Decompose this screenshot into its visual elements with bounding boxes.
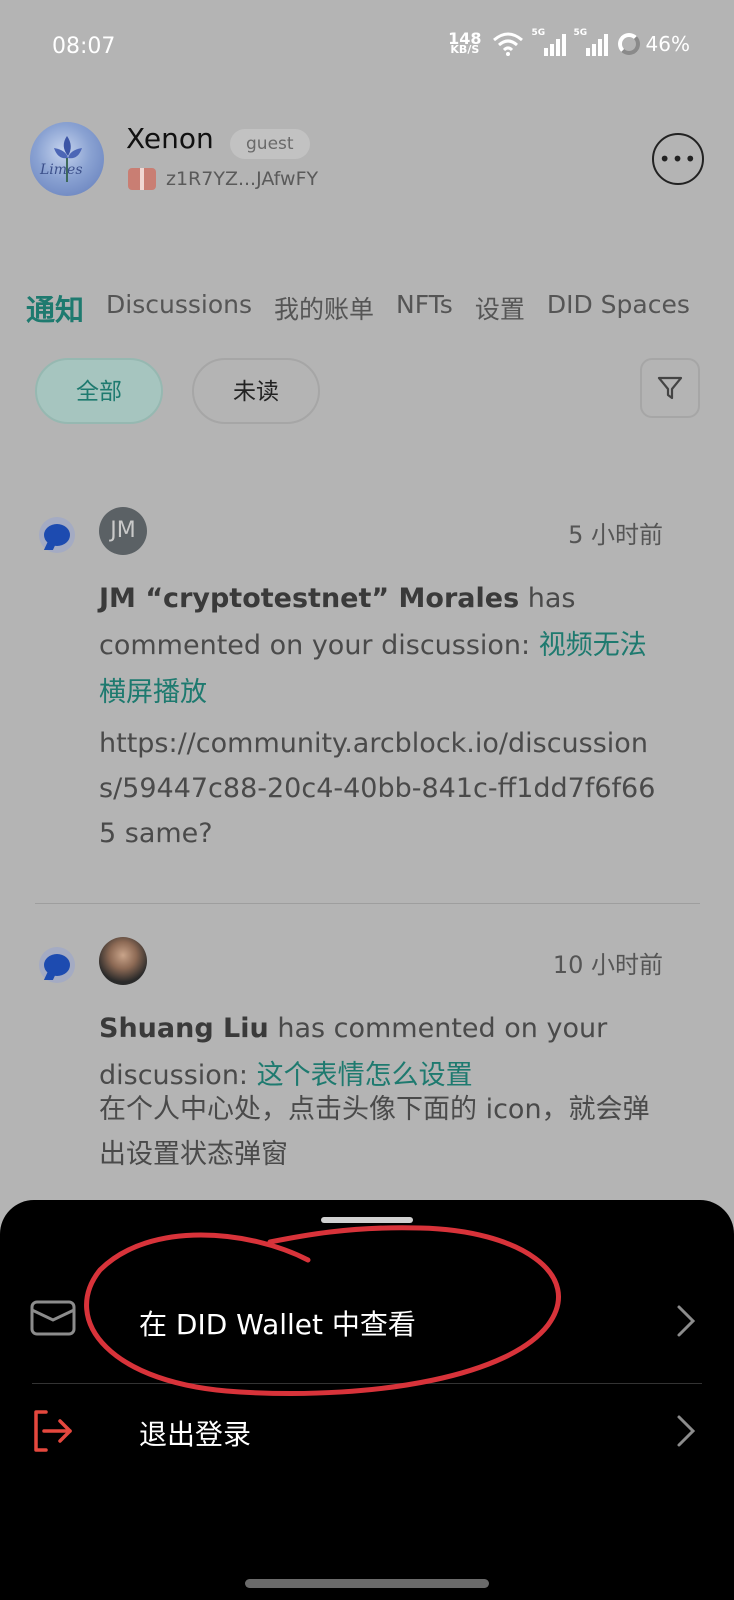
chevron-right-icon xyxy=(677,1305,696,1337)
notification-actor[interactable]: JM “cryptotestnet” Morales xyxy=(99,583,519,614)
filter-unread-chip[interactable]: 未读 xyxy=(192,358,320,424)
tab-bar: 通知 Discussions 我的账单 NFTs 设置 DID Spaces xyxy=(26,290,690,329)
notification-text: JM “cryptotestnet” Morales has commented… xyxy=(99,575,659,716)
logout-label: 退出登录 xyxy=(139,1418,252,1451)
filter-funnel-icon xyxy=(657,376,683,400)
notification-body: 在个人中心处，点击头像下面的 icon，就会弹出设置状态弹窗 xyxy=(99,1094,650,1170)
filter-button[interactable] xyxy=(640,358,700,418)
more-dots-icon: ••• xyxy=(658,147,698,171)
more-options-button[interactable]: ••• xyxy=(652,133,704,185)
signal-tag-2: 5G xyxy=(573,28,588,38)
home-indicator[interactable] xyxy=(245,1579,489,1588)
logout-item[interactable]: 退出登录 xyxy=(0,1380,734,1488)
sheet-drag-handle[interactable] xyxy=(321,1217,413,1223)
bottom-sheet: 在 DID Wallet 中查看 退出登录 xyxy=(0,1200,734,1600)
tab-notifications[interactable]: 通知 xyxy=(26,287,84,329)
profile-avatar[interactable]: Limes xyxy=(30,122,104,196)
filter-all-chip[interactable]: 全部 xyxy=(35,358,163,424)
tab-did-spaces[interactable]: DID Spaces xyxy=(547,290,690,329)
network-speed: 148 KB/S xyxy=(448,31,481,56)
chevron-right-icon xyxy=(677,1415,696,1447)
cell-signal-icon-2: 5G xyxy=(574,28,608,56)
signal-tag: 5G xyxy=(531,28,546,38)
status-bar: 08:07 148 KB/S 5G 5G 46% xyxy=(0,0,734,95)
notification-text: Shuang Liu has commented on your discuss… xyxy=(99,1005,659,1099)
status-time: 08:07 xyxy=(52,34,116,59)
cell-signal-icon: 5G xyxy=(532,28,566,56)
comment-icon xyxy=(39,517,75,553)
view-in-did-wallet-item[interactable]: 在 DID Wallet 中查看 xyxy=(0,1270,734,1378)
comment-icon xyxy=(39,947,75,983)
status-icons: 148 KB/S 5G 5G 46% xyxy=(448,28,690,56)
notification-body: https://community.arcblock.io/discussion… xyxy=(99,728,656,849)
did-address-row[interactable]: z1R7YZ...JAfwFY xyxy=(128,168,318,190)
logout-icon xyxy=(34,1410,72,1452)
tab-discussions[interactable]: Discussions xyxy=(106,290,252,329)
notification-actor[interactable]: Shuang Liu xyxy=(99,1013,269,1044)
tab-settings[interactable]: 设置 xyxy=(475,290,525,329)
user-avatar[interactable]: JM xyxy=(99,507,147,555)
wallet-icon xyxy=(30,1300,76,1336)
user-avatar-photo[interactable] xyxy=(99,937,147,985)
battery-percent: 46% xyxy=(645,32,690,56)
battery-ring-icon xyxy=(617,33,640,55)
did-address: z1R7YZ...JAfwFY xyxy=(166,168,319,190)
role-badge: guest xyxy=(230,129,310,159)
notification-time: 5 小时前 xyxy=(568,521,663,549)
list-divider xyxy=(35,903,700,904)
tab-nfts[interactable]: NFTs xyxy=(396,290,453,329)
view-in-did-wallet-label: 在 DID Wallet 中查看 xyxy=(139,1308,416,1341)
battery: 46% xyxy=(617,32,690,56)
notification-time: 10 小时前 xyxy=(552,951,663,979)
avatar-logo-text: Limes xyxy=(40,162,83,178)
iris-flower-icon xyxy=(54,136,82,182)
user-name: Xenon xyxy=(126,122,214,155)
wifi-icon xyxy=(492,32,523,56)
network-speed-unit: KB/S xyxy=(450,43,480,56)
tab-my-bills[interactable]: 我的账单 xyxy=(274,290,374,329)
gift-icon xyxy=(128,168,156,190)
